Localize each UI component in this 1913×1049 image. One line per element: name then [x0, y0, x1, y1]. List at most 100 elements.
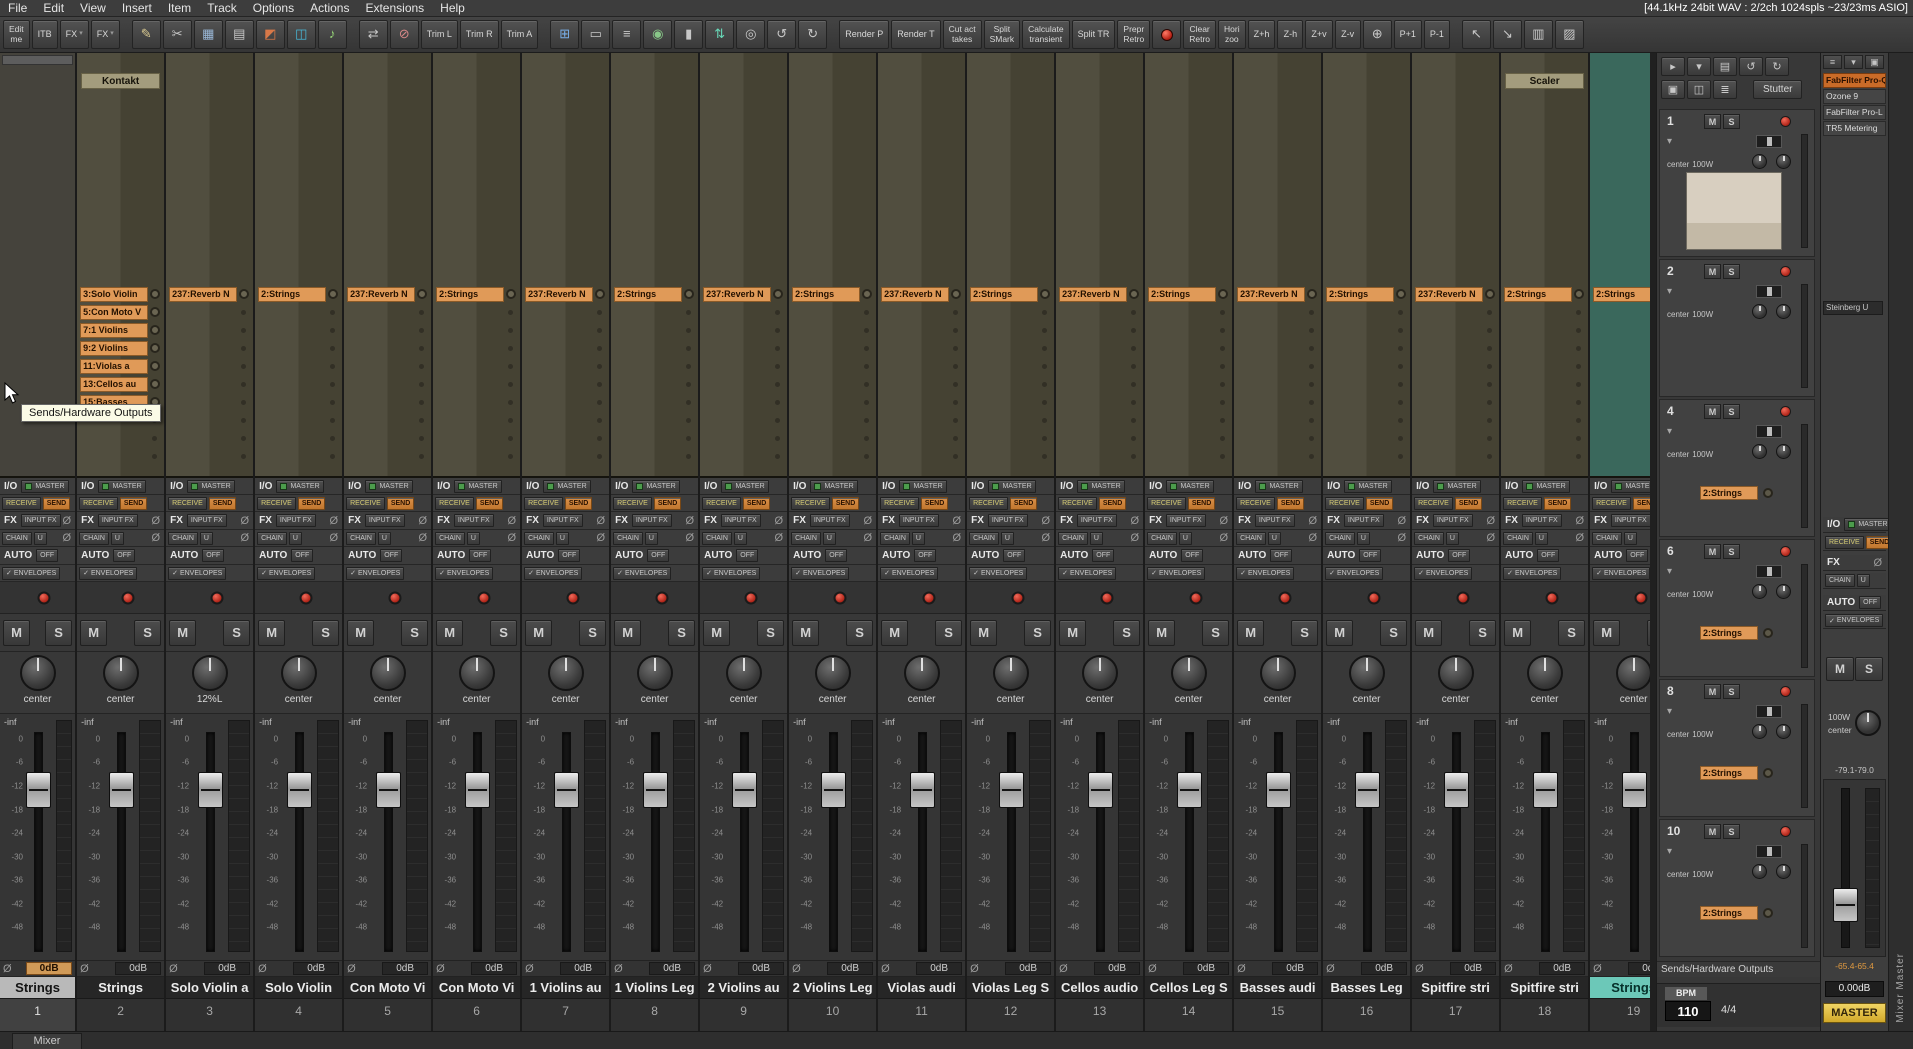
send-mute-button[interactable]: [773, 289, 783, 299]
p-plus-1-button[interactable]: P+1: [1394, 20, 1422, 49]
undo-icon[interactable]: ↺: [767, 20, 796, 49]
receive-button[interactable]: RECEIVE: [257, 497, 296, 510]
phase-button[interactable]: Ø: [1326, 963, 1337, 975]
send-mute-button[interactable]: [1396, 289, 1406, 299]
trim-l-button[interactable]: Trim L: [421, 20, 458, 49]
p-minus-1-button[interactable]: P-1: [1424, 20, 1450, 49]
track-number[interactable]: 14: [1145, 999, 1232, 1031]
fx-bypass-icon[interactable]: Ø: [686, 515, 697, 527]
pan-knob[interactable]: [1752, 864, 1767, 879]
fx-bypass-icon[interactable]: Ø: [419, 515, 430, 527]
fx-insert-area[interactable]: 2:Strings: [1323, 53, 1410, 478]
send-button[interactable]: SEND: [1544, 497, 1571, 510]
solo-button[interactable]: S: [668, 620, 695, 646]
send-label[interactable]: 3:Solo Violin: [80, 287, 148, 302]
record-arm-button[interactable]: [1100, 591, 1113, 604]
time-signature[interactable]: 4/4: [1721, 1004, 1736, 1016]
calculate-transient-button[interactable]: Calculate transient: [1022, 20, 1069, 49]
track-name[interactable]: Spitfire stri: [1501, 977, 1588, 999]
solo-button[interactable]: S: [1723, 404, 1740, 419]
chain-bypass-icon[interactable]: Ø: [1487, 532, 1498, 544]
envelopes-button[interactable]: ✓ ENVELOPES: [1147, 567, 1205, 580]
solo-button[interactable]: S: [490, 620, 517, 646]
grid-icon[interactable]: ▦: [194, 20, 223, 49]
volume-fader-track[interactable]: [206, 732, 215, 952]
split-smark-button[interactable]: Split SMark: [984, 20, 1021, 49]
fx-insert-area[interactable]: 2:Strings: [967, 53, 1054, 478]
swap-icon[interactable]: ⇄: [359, 20, 388, 49]
dropdown-icon[interactable]: ▾: [1844, 55, 1863, 69]
send-label[interactable]: 2:Strings: [1326, 287, 1394, 302]
trim-r-button[interactable]: Trim R: [460, 20, 499, 49]
fx-chain-button[interactable]: CHAIN: [791, 532, 821, 545]
send-button[interactable]: SEND: [1188, 497, 1215, 510]
volume-fader-cap[interactable]: [1444, 772, 1469, 808]
track-name[interactable]: 1 Violins au: [522, 977, 609, 999]
auto-off-button[interactable]: OFF: [558, 549, 580, 562]
solo-button[interactable]: S: [1202, 620, 1229, 646]
chain-bypass-icon[interactable]: Ø: [419, 532, 430, 544]
fx-u-button[interactable]: U: [1357, 532, 1370, 545]
chain-bypass-icon[interactable]: Ø: [1220, 532, 1231, 544]
record-arm-button[interactable]: [1011, 591, 1024, 604]
phase-button[interactable]: Ø: [525, 963, 536, 975]
track-name[interactable]: Solo Violin a: [166, 977, 253, 999]
envelopes-button[interactable]: ✓ ENVELOPES: [79, 567, 137, 580]
send-button[interactable]: SEND: [1455, 497, 1482, 510]
solo-button[interactable]: S: [935, 620, 962, 646]
envelopes-button[interactable]: ✓ ENVELOPES: [1592, 567, 1650, 580]
auto-off-button[interactable]: OFF: [1092, 549, 1114, 562]
reorder-icon[interactable]: ⇅: [705, 20, 734, 49]
track-number[interactable]: 15: [1234, 999, 1321, 1031]
send-mute-button[interactable]: [1129, 289, 1139, 299]
midi-icon[interactable]: ♪: [318, 20, 347, 49]
phase-button[interactable]: Ø: [1148, 963, 1159, 975]
auto-off-button[interactable]: OFF: [1859, 596, 1881, 609]
insert-icon[interactable]: ⊞: [550, 20, 579, 49]
envelopes-button[interactable]: ✓ ENVELOPES: [524, 567, 582, 580]
fx-bypass-icon[interactable]: Ø: [1042, 515, 1053, 527]
plugin-slot[interactable]: FabFilter Pro-L 2: [1823, 105, 1886, 120]
input-fx-button[interactable]: INPUT FX: [21, 514, 61, 527]
fx-u-button[interactable]: U: [1624, 532, 1637, 545]
mute-button[interactable]: M: [1593, 620, 1620, 646]
jump-start-icon[interactable]: ↖: [1462, 20, 1491, 49]
record-arm-button[interactable]: [1780, 406, 1791, 417]
chain-bypass-icon[interactable]: Ø: [597, 532, 608, 544]
envelopes-button[interactable]: ✓ ENVELOPES: [1058, 567, 1116, 580]
auto-off-button[interactable]: OFF: [1181, 549, 1203, 562]
fx-bypass-icon[interactable]: Ø: [1487, 515, 1498, 527]
menu-options[interactable]: Options: [245, 1, 302, 15]
edit-me-button[interactable]: Edit me: [3, 20, 30, 49]
send-button[interactable]: SEND: [832, 497, 859, 510]
fx-chain-button[interactable]: CHAIN: [702, 532, 732, 545]
send-mute-button[interactable]: [951, 289, 961, 299]
collapse-chevron-icon[interactable]: ▾: [1667, 136, 1672, 147]
envelopes-button[interactable]: ✓ ENVELOPES: [1503, 567, 1561, 580]
bar-icon[interactable]: ▮: [674, 20, 703, 49]
input-fx-button[interactable]: INPUT FX: [1166, 514, 1206, 527]
send-mute-button[interactable]: [1763, 908, 1773, 918]
fx-chain-button[interactable]: CHAIN: [969, 532, 999, 545]
input-fx-button[interactable]: INPUT FX: [187, 514, 227, 527]
track-number[interactable]: 18: [1501, 999, 1588, 1031]
auto-off-button[interactable]: OFF: [380, 549, 402, 562]
send-button[interactable]: SEND: [1099, 497, 1126, 510]
record-arm-button[interactable]: [655, 591, 668, 604]
solo-button[interactable]: S: [1723, 114, 1740, 129]
mute-button[interactable]: M: [1326, 620, 1353, 646]
input-fx-button[interactable]: INPUT FX: [810, 514, 850, 527]
auto-off-button[interactable]: OFF: [647, 549, 669, 562]
record-arm-button[interactable]: [1278, 591, 1291, 604]
receive-button[interactable]: RECEIVE: [1325, 497, 1364, 510]
pencil-icon[interactable]: ✎: [132, 20, 161, 49]
send-label[interactable]: 237:Reverb N: [1237, 287, 1305, 302]
volume-fader-track[interactable]: [1363, 732, 1372, 952]
volume-fader-cap[interactable]: [465, 772, 490, 808]
chain-bypass-icon[interactable]: Ø: [152, 532, 163, 544]
track-number[interactable]: 2: [77, 999, 164, 1031]
record-arm-button[interactable]: [37, 591, 50, 604]
pan-knob[interactable]: [1349, 655, 1385, 691]
track-number[interactable]: 6: [433, 999, 520, 1031]
auto-off-button[interactable]: OFF: [1270, 549, 1292, 562]
